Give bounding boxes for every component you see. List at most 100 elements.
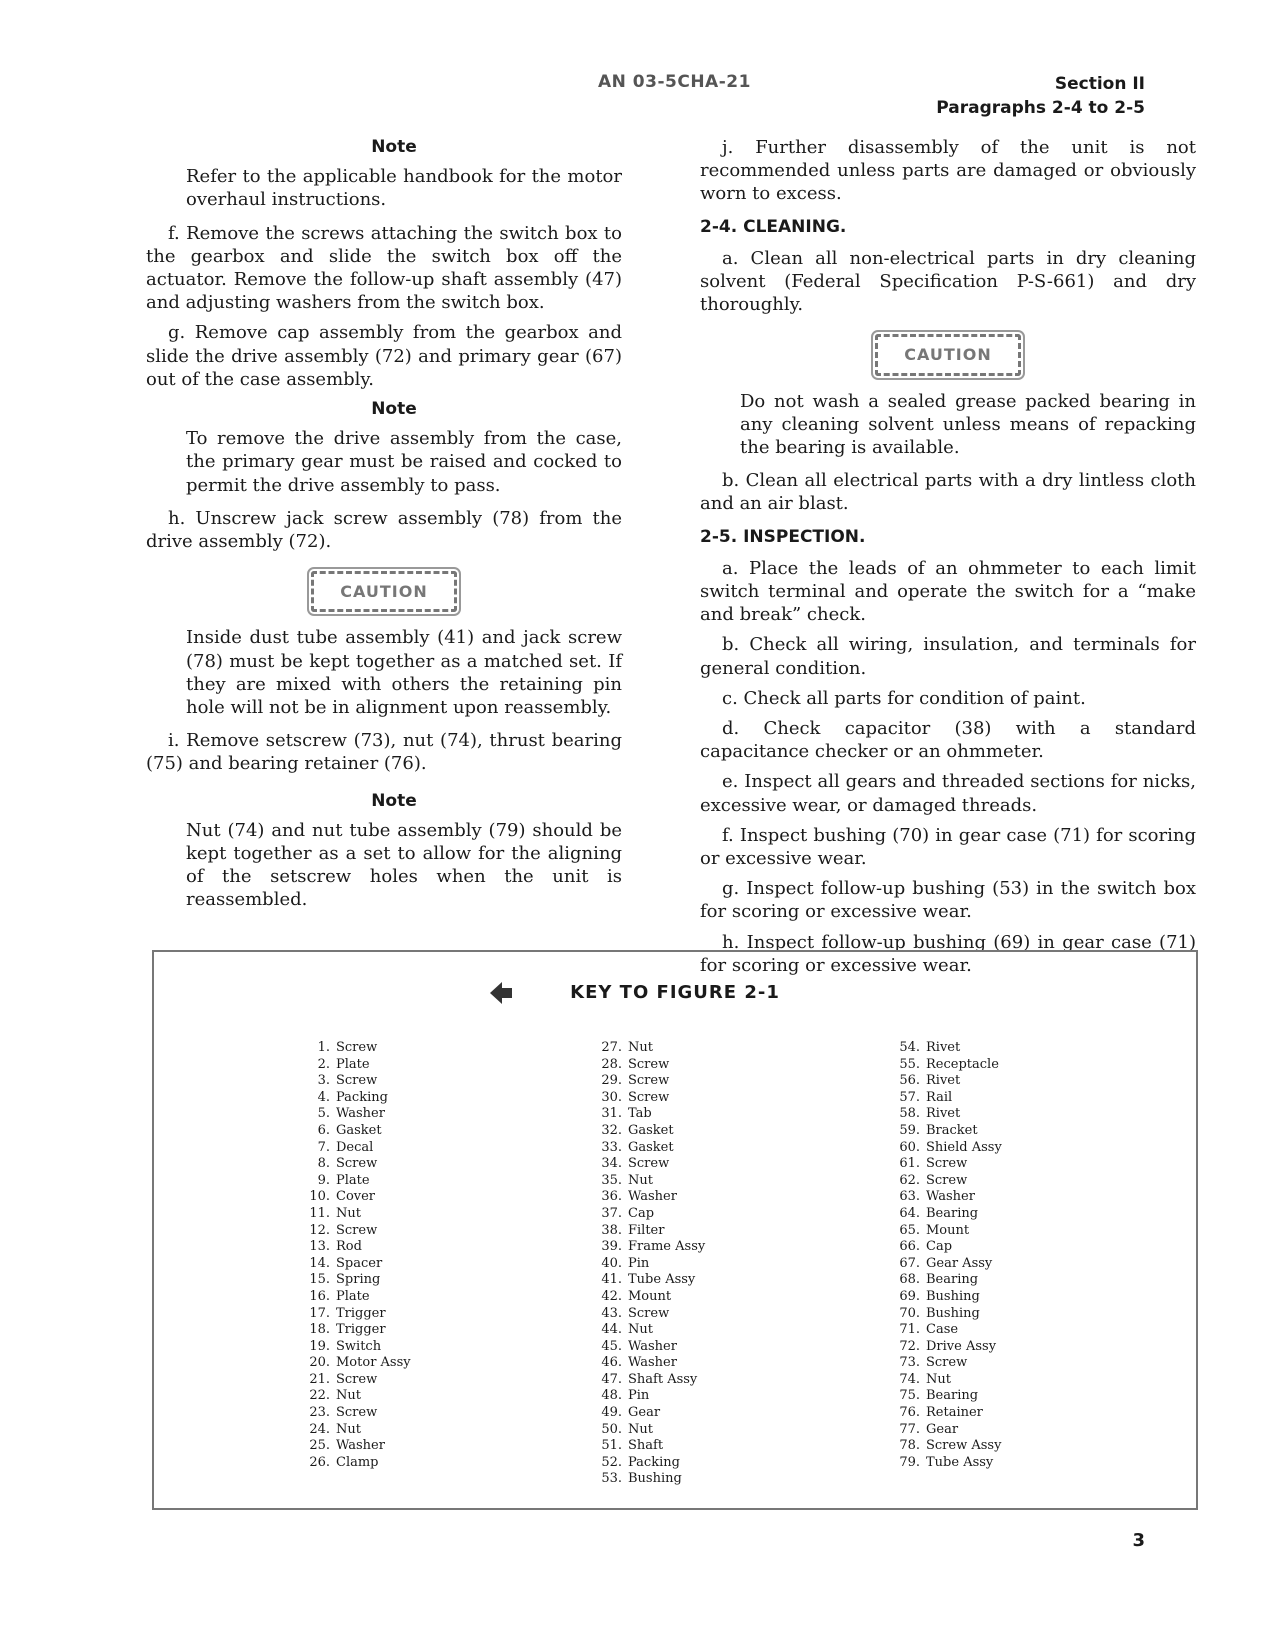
key-item-number: 77. xyxy=(899,1421,920,1437)
key-item-number: 22. xyxy=(309,1388,330,1404)
key-item-number: 10. xyxy=(309,1189,330,1205)
page-number: 3 xyxy=(1132,1530,1145,1551)
key-item-name: Gear xyxy=(628,1405,661,1421)
key-item-name: Washer xyxy=(628,1189,677,1205)
key-item-number: 70. xyxy=(899,1305,920,1321)
note-body: Nut (74) and nut tube assembly (79) shou… xyxy=(186,819,622,911)
key-item-name: Plate xyxy=(336,1288,370,1304)
key-item-name: Nut xyxy=(628,1421,653,1437)
key-item-number: 31. xyxy=(601,1106,622,1122)
key-item: 71. Case xyxy=(892,1322,1002,1339)
key-item-name: Bracket xyxy=(926,1122,978,1138)
key-title: KEY TO FIGURE 2-1 xyxy=(570,982,780,1003)
key-item-number: 44. xyxy=(601,1322,622,1338)
key-item-name: Bearing xyxy=(926,1272,979,1288)
note-body: To remove the drive assembly from the ca… xyxy=(186,428,622,496)
key-item-name: Screw xyxy=(926,1156,968,1172)
key-item: 60. Shield Assy xyxy=(892,1140,1002,1157)
key-item: 5. Washer xyxy=(302,1106,411,1123)
key-item: 64. Bearing xyxy=(892,1206,1002,1223)
key-item-number: 27. xyxy=(601,1040,622,1055)
key-item: 35. Nut xyxy=(594,1173,705,1190)
key-item-name: Mount xyxy=(628,1288,672,1304)
key-item-name: Screw xyxy=(628,1073,670,1089)
key-item-number: 68. xyxy=(899,1272,920,1288)
key-item-number: 2. xyxy=(317,1056,330,1072)
key-item: 49. Gear xyxy=(594,1405,705,1422)
key-item-number: 62. xyxy=(899,1172,920,1188)
inspection-heading: 2-5. INSPECTION. xyxy=(700,526,866,547)
step-f: f. Remove the screws attaching the switc… xyxy=(146,222,622,314)
key-item-name: Clamp xyxy=(336,1454,379,1470)
key-item-number: 19. xyxy=(309,1338,330,1354)
key-item: 16. Plate xyxy=(302,1289,411,1306)
key-column: 27. Nut 28. Screw 29. Screw 30. Screw 31. Tab 32. G… xyxy=(594,1040,705,1488)
key-item: 27. Nut xyxy=(594,1040,705,1057)
key-item: 30. Screw xyxy=(594,1090,705,1107)
key-item-number: 30. xyxy=(601,1089,622,1105)
cleaning-step-b: b. Clean all electrical parts with a dry… xyxy=(700,470,1196,515)
key-item-number: 46. xyxy=(601,1355,622,1371)
key-item: 77. Gear xyxy=(892,1422,1002,1439)
figure-key-box: KEY TO FIGURE 2-1 1. Screw 2. Plate 3. Screw 4… xyxy=(152,950,1198,1510)
manual-page: AN 03-5CHA-21 Section II Paragraphs 2-4 … xyxy=(0,0,1277,1647)
key-item-name: Packing xyxy=(336,1089,388,1105)
key-item-number: 60. xyxy=(899,1139,920,1155)
key-item-number: 9. xyxy=(317,1172,330,1188)
key-item-name: Screw xyxy=(336,1040,378,1055)
key-item-number: 47. xyxy=(601,1371,622,1387)
key-item-number: 51. xyxy=(601,1438,622,1454)
key-item-number: 76. xyxy=(899,1405,920,1421)
key-item-name: Gear xyxy=(926,1421,959,1437)
key-item-number: 59. xyxy=(899,1122,920,1138)
key-item-number: 36. xyxy=(601,1189,622,1205)
key-item: 39. Frame Assy xyxy=(594,1239,705,1256)
key-item: 48. Pin xyxy=(594,1388,705,1405)
key-item-number: 8. xyxy=(317,1156,330,1172)
key-item-number: 49. xyxy=(601,1405,622,1421)
key-item-name: Gasket xyxy=(628,1139,674,1155)
key-item-name: Washer xyxy=(628,1338,677,1354)
key-item-name: Nut xyxy=(336,1421,361,1437)
key-item-name: Nut xyxy=(336,1205,361,1221)
key-item: 22. Nut xyxy=(302,1388,411,1405)
key-item: 17. Trigger xyxy=(302,1306,411,1323)
note-title: Note xyxy=(371,790,417,811)
key-item-name: Rivet xyxy=(926,1073,961,1089)
key-item: 21. Screw xyxy=(302,1372,411,1389)
key-item: 10. Cover xyxy=(302,1189,411,1206)
key-item-name: Plate xyxy=(336,1172,370,1188)
key-item-name: Screw xyxy=(336,1156,378,1172)
key-item: 14. Spacer xyxy=(302,1256,411,1273)
key-item-name: Mount xyxy=(926,1222,970,1238)
note-title: Note xyxy=(371,137,417,157)
key-item: 20. Motor Assy xyxy=(302,1355,410,1372)
key-item-name: Rivet xyxy=(926,1040,961,1055)
key-item: 56. Rivet xyxy=(892,1073,1002,1090)
key-item-name: Gasket xyxy=(336,1122,382,1138)
key-item-number: 58. xyxy=(899,1106,920,1122)
key-item-name: Screw xyxy=(926,1172,968,1188)
key-item-name: Nut xyxy=(336,1388,361,1404)
key-item-number: 21. xyxy=(309,1371,330,1387)
key-item-name: Cap xyxy=(926,1239,953,1255)
key-item-number: 56. xyxy=(899,1073,920,1089)
key-item: 24. Nut xyxy=(302,1422,411,1439)
key-item-name: Shaft xyxy=(628,1438,664,1454)
key-item: 63. Washer xyxy=(892,1189,1002,1206)
key-item-number: 13. xyxy=(309,1239,330,1255)
key-item-number: 18. xyxy=(309,1322,330,1338)
note-title: Note xyxy=(371,399,417,420)
cleaning-heading: 2-4. CLEANING. xyxy=(700,216,847,237)
key-column: 1. Screw 2. Plate 3. Screw 4. Packing 5. Washer 6.… xyxy=(302,1040,411,1471)
key-item-number: 65. xyxy=(899,1222,920,1238)
key-item-name: Gear Assy xyxy=(926,1255,993,1271)
inspection-step: g. Inspect follow-up bushing (53) in the… xyxy=(700,878,1196,923)
key-item-name: Shaft Assy xyxy=(628,1371,698,1387)
key-item: 7. Decal xyxy=(302,1140,411,1157)
key-item-number: 63. xyxy=(899,1189,920,1205)
key-item-name: Screw xyxy=(336,1073,378,1089)
key-item-number: 74. xyxy=(899,1371,920,1387)
key-item: 45. Washer xyxy=(594,1339,705,1356)
key-item: 4. Packing xyxy=(302,1090,411,1107)
